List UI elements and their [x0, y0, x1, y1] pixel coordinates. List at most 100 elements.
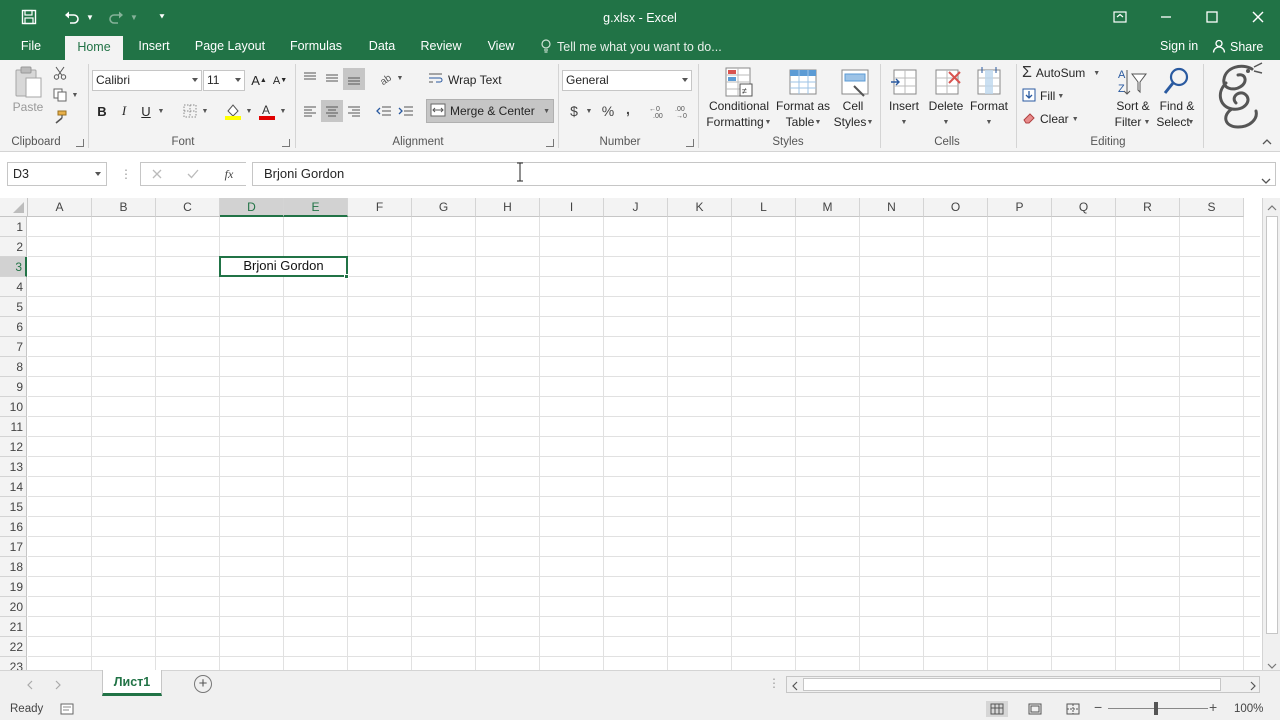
insert-cells-button[interactable]: Insert [884, 99, 924, 114]
selected-cell-d3[interactable]: Brjoni Gordon [219, 256, 348, 277]
row-header-12[interactable]: 12 [0, 437, 27, 457]
borders-icon[interactable] [180, 100, 200, 122]
column-header-q[interactable]: Q [1052, 198, 1116, 217]
orientation-dropdown-icon[interactable]: ▼ [396, 68, 404, 88]
format-cells-icon[interactable] [972, 64, 1006, 100]
increase-decimal-icon[interactable]: ←0.00 [648, 100, 670, 122]
format-as-table-label-1[interactable]: Format as [774, 99, 832, 114]
collapse-ribbon-icon[interactable] [1262, 136, 1272, 146]
column-header-g[interactable]: G [412, 198, 476, 217]
font-color-icon[interactable]: A [256, 100, 278, 122]
insert-cells-dropdown-icon[interactable]: ▼ [900, 115, 908, 130]
column-header-k[interactable]: K [668, 198, 732, 217]
zoom-level[interactable]: 100% [1234, 698, 1263, 720]
sort-filter-label-2[interactable]: Filter [1110, 115, 1146, 130]
row-header-22[interactable]: 22 [0, 637, 27, 657]
fill-dropdown-icon[interactable]: ▼ [1057, 93, 1064, 100]
bottom-align-icon[interactable] [343, 68, 365, 90]
format-as-table-icon[interactable] [786, 64, 820, 100]
tell-me-box[interactable]: Tell me what you want to do... [540, 34, 722, 60]
orientation-icon[interactable]: ab [376, 68, 396, 88]
row-header-11[interactable]: 11 [0, 417, 27, 437]
tab-page-layout[interactable]: Page Layout [190, 34, 270, 60]
scroll-left-icon[interactable] [791, 680, 799, 694]
fill-color-dropdown-icon[interactable]: ▼ [244, 100, 254, 122]
undo-icon[interactable] [60, 0, 84, 34]
column-header-f[interactable]: F [348, 198, 412, 217]
zoom-slider[interactable] [1108, 708, 1208, 709]
row-header-14[interactable]: 14 [0, 477, 27, 497]
ribbon-display-options-icon[interactable] [1104, 0, 1136, 34]
number-format-dropdown[interactable]: General [562, 70, 692, 91]
column-header-n[interactable]: N [860, 198, 924, 217]
row-header-18[interactable]: 18 [0, 557, 27, 577]
fill-handle[interactable] [344, 274, 349, 279]
format-cells-dropdown-icon[interactable]: ▼ [985, 115, 993, 130]
conditional-formatting-dropdown-icon[interactable]: ▼ [764, 115, 772, 130]
cut-icon[interactable] [50, 64, 70, 82]
row-header-1[interactable]: 1 [0, 217, 27, 237]
tab-review[interactable]: Review [414, 34, 468, 60]
clipboard-launcher-icon[interactable] [76, 139, 84, 147]
vertical-scroll-thumb[interactable] [1266, 216, 1278, 634]
underline-dropdown-icon[interactable]: ▼ [156, 100, 166, 122]
italic-button[interactable]: I [115, 100, 133, 122]
conditional-formatting-label-2[interactable]: Formatting [700, 115, 770, 130]
maximize-icon[interactable] [1196, 0, 1228, 34]
conditional-formatting-label-1[interactable]: Conditional [700, 99, 778, 114]
scroll-right-icon[interactable] [1249, 680, 1257, 694]
row-header-5[interactable]: 5 [0, 297, 27, 317]
column-header-j[interactable]: J [604, 198, 668, 217]
delete-cells-dropdown-icon[interactable]: ▼ [942, 115, 950, 130]
increase-font-size-icon[interactable]: A ▲ [250, 70, 268, 91]
save-icon[interactable] [14, 0, 44, 34]
next-sheet-icon[interactable] [54, 679, 62, 693]
column-header-b[interactable]: B [92, 198, 156, 217]
horizontal-scrollbar[interactable] [786, 676, 1260, 693]
alignment-launcher-icon[interactable] [546, 139, 554, 147]
formula-bar-splitter[interactable]: ⋮ [120, 166, 132, 182]
column-header-m[interactable]: M [796, 198, 860, 217]
scroll-up-icon[interactable] [1267, 201, 1277, 215]
comma-button[interactable]: , [620, 98, 636, 120]
scroll-down-icon[interactable] [1267, 659, 1277, 670]
fill-button[interactable]: Fill ▼ [1022, 87, 1064, 105]
row-header-10[interactable]: 10 [0, 397, 27, 417]
cancel-entry-icon[interactable] [148, 164, 166, 184]
tab-home[interactable]: Home [65, 36, 123, 60]
column-header-a[interactable]: A [28, 198, 92, 217]
sort-filter-icon[interactable]: AZ [1116, 64, 1148, 100]
font-size-dropdown[interactable]: 11 [203, 70, 245, 91]
column-header-p[interactable]: P [988, 198, 1052, 217]
customize-toolbar-icon[interactable]: ⯆ [154, 0, 170, 34]
row-header-20[interactable]: 20 [0, 597, 27, 617]
fill-color-icon[interactable] [222, 100, 244, 122]
row-header-8[interactable]: 8 [0, 357, 27, 377]
find-select-label-1[interactable]: Find & [1154, 99, 1200, 114]
prev-sheet-icon[interactable] [26, 679, 34, 693]
column-header-e[interactable]: E [284, 198, 348, 217]
format-as-table-dropdown-icon[interactable]: ▼ [814, 115, 822, 130]
delete-cells-icon[interactable] [930, 64, 964, 100]
confirm-entry-icon[interactable] [184, 164, 202, 184]
paste-icon[interactable] [12, 64, 44, 102]
page-layout-view-icon[interactable] [1024, 701, 1046, 717]
sort-filter-label-1[interactable]: Sort & [1110, 99, 1156, 114]
horizontal-scroll-thumb[interactable] [803, 678, 1221, 691]
sign-in-link[interactable]: Sign in [1160, 34, 1198, 60]
row-header-21[interactable]: 21 [0, 617, 27, 637]
row-header-23[interactable]: 23 [0, 657, 27, 670]
font-color-dropdown-icon[interactable]: ▼ [278, 100, 288, 122]
column-header-d[interactable]: D [220, 198, 284, 217]
clear-button[interactable]: Clear ▼ [1022, 110, 1079, 128]
insert-cells-icon[interactable] [888, 64, 922, 100]
merge-dropdown-icon[interactable]: ▼ [543, 108, 550, 115]
number-launcher-icon[interactable] [686, 139, 694, 147]
underline-button[interactable]: U [137, 100, 155, 122]
autosum-dropdown-icon[interactable]: ▼ [1093, 70, 1100, 77]
column-header-s[interactable]: S [1180, 198, 1244, 217]
format-cells-button[interactable]: Format [966, 99, 1012, 114]
add-sheet-icon[interactable]: + [194, 675, 212, 693]
zoom-out-icon[interactable]: − [1094, 699, 1102, 715]
insert-function-icon[interactable]: fx [218, 164, 240, 184]
